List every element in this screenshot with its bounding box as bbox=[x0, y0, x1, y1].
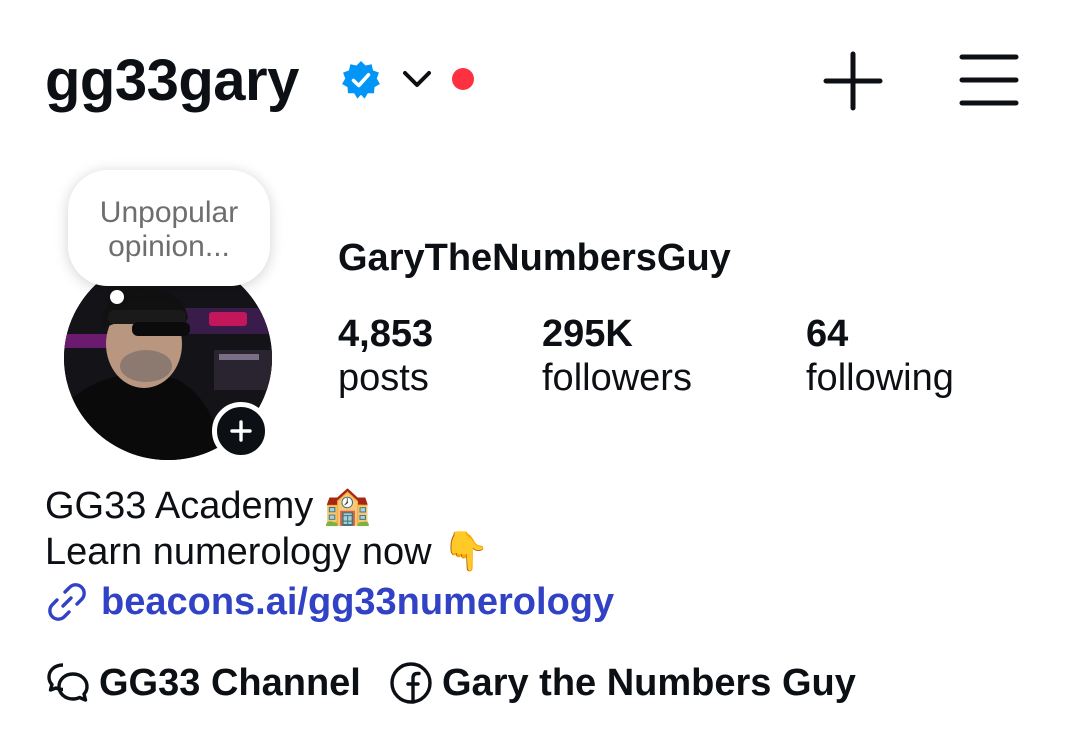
stat-count: 295K bbox=[542, 313, 633, 355]
notification-dot bbox=[452, 68, 474, 90]
facebook-link[interactable]: Gary the Numbers Guy bbox=[388, 658, 856, 708]
channel-link-text: GG33 Channel bbox=[99, 661, 361, 704]
chevron-down-icon[interactable] bbox=[400, 66, 434, 92]
note-bubble-tail bbox=[110, 290, 124, 304]
bio-link[interactable]: beacons.ai/gg33numerology bbox=[45, 578, 614, 626]
profile-username[interactable]: gg33gary bbox=[45, 46, 299, 116]
plus-small-icon bbox=[230, 420, 252, 442]
channel-link[interactable]: GG33 Channel bbox=[45, 658, 361, 708]
bio-line-1: GG33 Academy 🏫 bbox=[45, 485, 372, 527]
channel-chat-icon bbox=[47, 663, 89, 702]
stat-posts[interactable]: 4,853 posts bbox=[338, 312, 433, 400]
plus-icon[interactable] bbox=[822, 50, 884, 112]
profile-note-bubble[interactable]: Unpopular opinion... bbox=[68, 170, 270, 286]
link-icon bbox=[48, 583, 86, 621]
bio-link-text[interactable]: beacons.ai/gg33numerology bbox=[101, 581, 614, 624]
bio-line-2: Learn numerology now 👇 bbox=[45, 531, 490, 573]
stat-count: 4,853 bbox=[338, 313, 434, 355]
stat-followers[interactable]: 295K followers bbox=[542, 312, 692, 400]
profile-display-name: GaryTheNumbersGuy bbox=[338, 237, 731, 279]
stat-label: posts bbox=[338, 357, 429, 399]
hamburger-menu-icon[interactable] bbox=[958, 52, 1020, 108]
add-story-button[interactable] bbox=[212, 402, 270, 460]
stat-count: 64 bbox=[806, 313, 849, 355]
stat-label: followers bbox=[542, 357, 692, 399]
facebook-icon bbox=[390, 662, 432, 704]
verified-badge-icon bbox=[342, 61, 380, 99]
stat-label: following bbox=[806, 357, 954, 399]
stat-following[interactable]: 64 following bbox=[806, 312, 954, 400]
note-text: Unpopular opinion... bbox=[99, 196, 239, 263]
facebook-link-text: Gary the Numbers Guy bbox=[442, 661, 856, 704]
